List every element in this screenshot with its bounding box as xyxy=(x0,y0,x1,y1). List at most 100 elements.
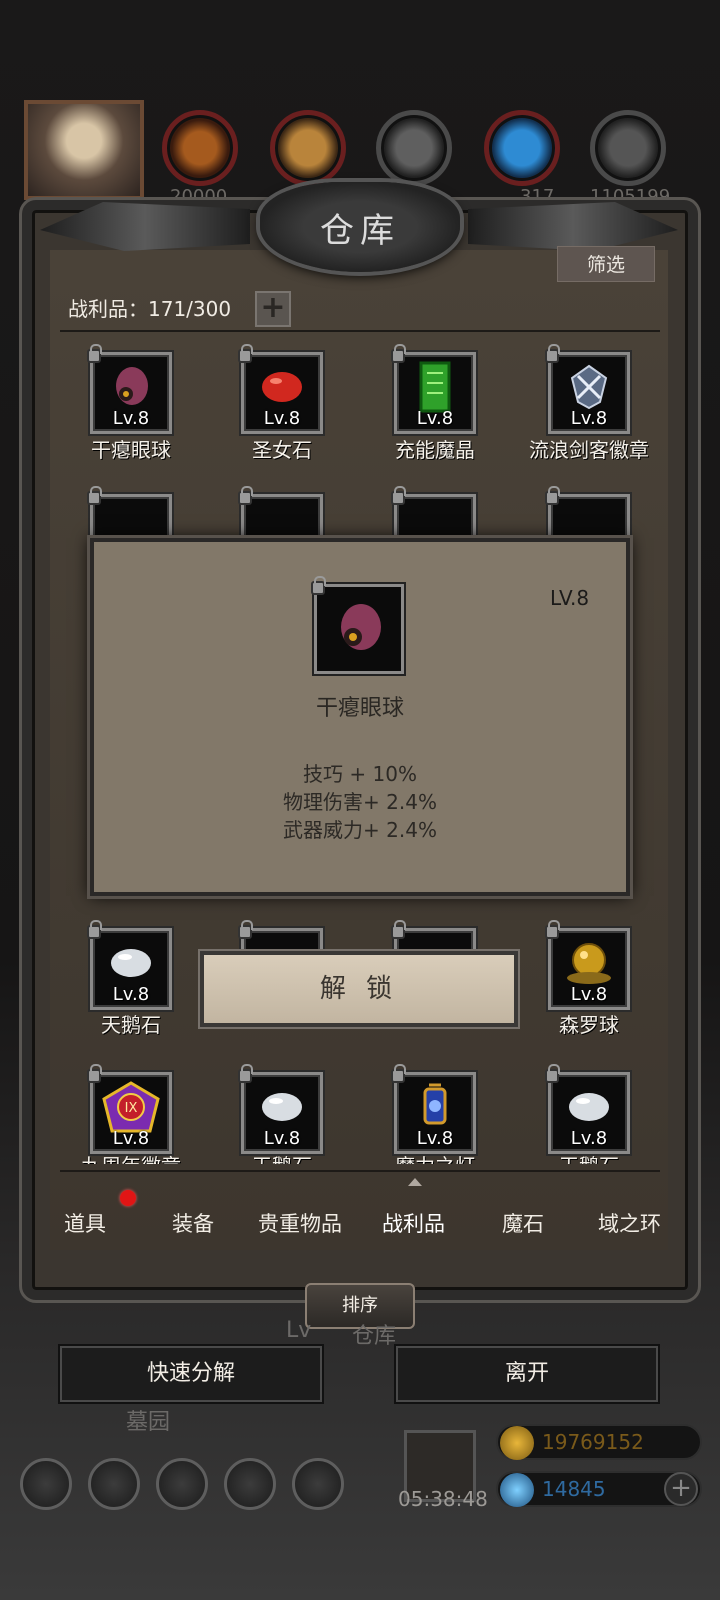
tab-loot[interactable]: 战利品 xyxy=(382,1208,445,1238)
lock-icon xyxy=(87,920,102,939)
item-name: 充能魔晶 xyxy=(395,438,475,462)
lock-icon xyxy=(545,920,560,939)
map-icon[interactable] xyxy=(292,1458,344,1510)
item-level: Lv.8 xyxy=(263,408,301,429)
gold-amount: 19769152 xyxy=(542,1430,644,1454)
rank-icon[interactable] xyxy=(156,1458,208,1510)
item-level: Lv.8 xyxy=(112,984,150,1005)
item-name: 天鹅石 xyxy=(202,1150,362,1164)
active-tab-marker xyxy=(408,1178,422,1186)
item-name: 天鹅石 xyxy=(101,1013,161,1037)
lock-icon xyxy=(87,344,102,363)
lock-icon xyxy=(545,344,560,363)
item-slot[interactable]: Lv.8 xyxy=(545,344,630,434)
filter-button[interactable]: 筛选 xyxy=(557,246,655,282)
swan-stone-icon xyxy=(111,948,151,977)
anniversary-badge-icon: IX xyxy=(102,1081,160,1133)
gold-display: 19769152 xyxy=(496,1424,702,1460)
item-name: 干瘪眼球 xyxy=(91,438,171,462)
swan-stone-icon xyxy=(569,1092,609,1121)
tooltip-item-name: 干瘪眼球 xyxy=(315,696,404,721)
resource-copper-icon[interactable] xyxy=(162,110,238,186)
tooltip-level: LV.8 xyxy=(550,586,590,610)
lock-icon xyxy=(238,486,253,505)
gold-coin-icon xyxy=(500,1426,534,1460)
lock-icon xyxy=(238,344,253,363)
item-slot[interactable]: IX Lv.8 xyxy=(87,1064,172,1154)
settings-icon[interactable] xyxy=(20,1458,72,1510)
lock-icon xyxy=(545,1064,560,1083)
item-name: 九周年徽章 xyxy=(51,1150,211,1164)
tab-magic-stones[interactable]: 魔石 xyxy=(502,1208,544,1238)
tab-equipment[interactable]: 装备 xyxy=(172,1208,214,1238)
eyeball-icon xyxy=(341,604,381,650)
expand-capacity-button[interactable]: + xyxy=(255,291,291,327)
gem-icon xyxy=(500,1473,534,1507)
item-name: 天鹅石 xyxy=(509,1150,669,1164)
tab-domain-rings[interactable]: 域之环 xyxy=(598,1208,661,1238)
item-slot[interactable]: Lv.8 xyxy=(238,1064,323,1154)
gem-display: 14845 + xyxy=(496,1471,702,1507)
tooltip-stat: 物理伤害+ 2.4% xyxy=(283,790,437,814)
item-name: 魔力之灯 xyxy=(355,1150,515,1164)
game-screen: 20000 90644 4341 317 1105199 仓库 筛选 战利品：1… xyxy=(0,0,720,1600)
tab-items[interactable]: 道具 xyxy=(64,1208,106,1238)
item-level: Lv.8 xyxy=(112,1128,150,1149)
resource-wood-icon[interactable] xyxy=(270,110,346,186)
lock-icon xyxy=(391,344,406,363)
item-level: Lv.8 xyxy=(570,1128,608,1149)
gold-orb-icon xyxy=(567,942,611,984)
item-name: 流浪剑客徽章 xyxy=(529,438,649,462)
gem-amount: 14845 xyxy=(542,1477,606,1501)
lock-icon xyxy=(391,1064,406,1083)
tooltip-item-frame xyxy=(311,576,404,674)
tooltip-stat: 武器威力+ 2.4% xyxy=(283,818,437,842)
divider xyxy=(60,330,660,332)
mail-icon[interactable] xyxy=(224,1458,276,1510)
notification-dot xyxy=(120,1190,136,1206)
quick-decompose-button[interactable]: 快速分解 xyxy=(60,1346,322,1402)
item-name: 森罗球 xyxy=(559,1013,619,1037)
gift-timer: 05:38:48 xyxy=(398,1487,488,1511)
sword-badge-icon xyxy=(570,364,608,410)
red-stone-icon xyxy=(262,371,302,402)
resource-crystal-icon[interactable] xyxy=(484,110,560,186)
item-level: Lv.8 xyxy=(416,408,454,429)
item-slot[interactable]: Lv.8 xyxy=(545,1064,630,1154)
green-crystal-icon xyxy=(419,361,451,413)
swan-stone-icon xyxy=(262,1092,302,1121)
leave-button[interactable]: 离开 xyxy=(396,1346,658,1402)
window-title: 仓库 xyxy=(320,211,400,251)
eyeball-icon xyxy=(116,366,148,405)
item-level: Lv.8 xyxy=(416,1128,454,1149)
item-level: Lv.8 xyxy=(263,1128,301,1149)
player-avatar[interactable] xyxy=(24,100,144,200)
resource-iron-icon[interactable] xyxy=(376,110,452,186)
inventory-count: 战利品：171/300 xyxy=(68,297,232,321)
resource-stone-icon[interactable] xyxy=(590,110,666,186)
magic-lamp-icon xyxy=(423,1083,447,1125)
item-slot[interactable]: Lv.8 xyxy=(391,344,476,434)
item-name: 圣女石 xyxy=(252,438,312,462)
unlock-button[interactable]: 解 锁 xyxy=(200,951,518,1027)
item-level: Lv.8 xyxy=(570,984,608,1005)
svg-text:IX: IX xyxy=(125,1101,138,1116)
lock-icon xyxy=(311,576,326,595)
tab-valuables[interactable]: 贵重物品 xyxy=(258,1208,342,1238)
item-slot[interactable]: Lv.8 xyxy=(391,1064,476,1154)
lock-icon xyxy=(87,1064,102,1083)
lock-icon xyxy=(238,920,253,939)
tooltip-stat: 技巧 + 10% xyxy=(303,762,417,786)
item-slot[interactable]: Lv.8 xyxy=(238,344,323,434)
lock-icon xyxy=(87,486,102,505)
item-slot[interactable]: Lv.8 xyxy=(87,920,172,1010)
background-label: 仓库 xyxy=(352,1324,397,1349)
lock-icon xyxy=(391,486,406,505)
item-slot[interactable]: Lv.8 xyxy=(545,920,630,1010)
item-level: Lv.8 xyxy=(570,408,608,429)
lock-icon xyxy=(391,920,406,939)
add-gems-button[interactable]: + xyxy=(664,1472,698,1506)
item-slot[interactable]: Lv.8 xyxy=(87,344,172,434)
achievement-icon[interactable] xyxy=(88,1458,140,1510)
background-label: Lv xyxy=(286,1318,312,1343)
